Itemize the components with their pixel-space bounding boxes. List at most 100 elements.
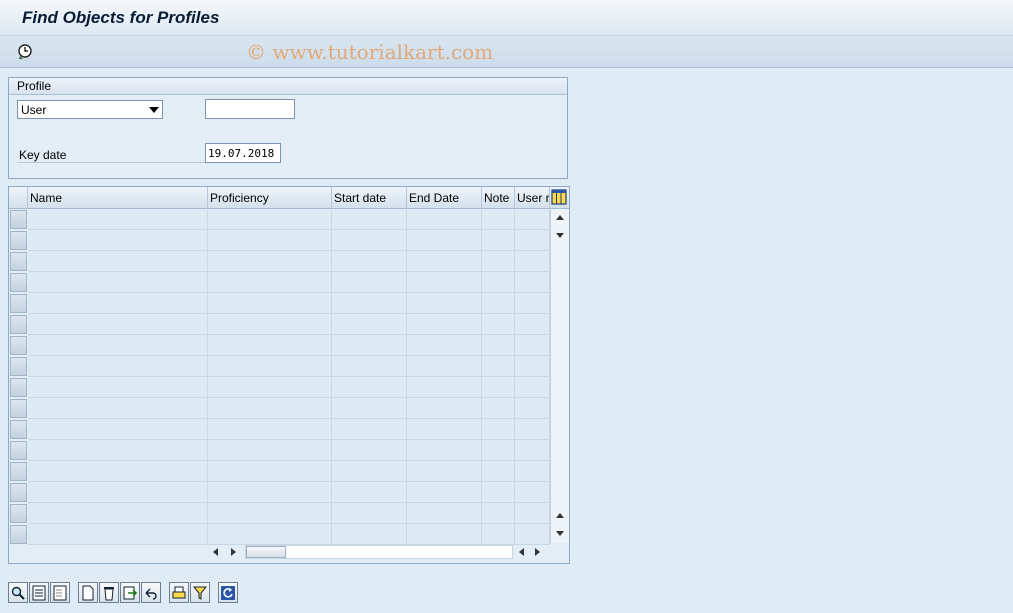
table-cell[interactable]: [208, 419, 332, 440]
new-entry-button[interactable]: [78, 582, 98, 603]
column-settings-button[interactable]: [551, 189, 567, 205]
table-cell[interactable]: [482, 440, 515, 461]
row-selector[interactable]: [10, 378, 27, 397]
table-cell[interactable]: [407, 335, 482, 356]
table-cell[interactable]: [407, 293, 482, 314]
table-cell[interactable]: [208, 524, 332, 545]
table-cell[interactable]: [332, 419, 407, 440]
table-cell[interactable]: [28, 503, 208, 524]
table-cell[interactable]: [482, 398, 515, 419]
table-cell[interactable]: [208, 398, 332, 419]
table-cell[interactable]: [332, 209, 407, 230]
table-cell[interactable]: [332, 524, 407, 545]
table-cell[interactable]: [482, 461, 515, 482]
table-cell[interactable]: [407, 440, 482, 461]
row-selector[interactable]: [10, 399, 27, 418]
row-selector[interactable]: [10, 420, 27, 439]
table-cell[interactable]: [28, 440, 208, 461]
table-cell[interactable]: [482, 251, 515, 272]
table-cell[interactable]: [332, 440, 407, 461]
table-cell[interactable]: [407, 461, 482, 482]
table-cell[interactable]: [332, 377, 407, 398]
table-cell[interactable]: [407, 230, 482, 251]
table-cell[interactable]: [208, 377, 332, 398]
scroll-down-icon[interactable]: [556, 531, 564, 536]
object-value-input[interactable]: [205, 99, 295, 119]
table-cell[interactable]: [28, 461, 208, 482]
table-cell[interactable]: [482, 314, 515, 335]
table-cell[interactable]: [407, 377, 482, 398]
table-cell[interactable]: [515, 230, 550, 251]
table-cell[interactable]: [208, 503, 332, 524]
table-cell[interactable]: [28, 398, 208, 419]
row-selector[interactable]: [10, 504, 27, 523]
table-cell[interactable]: [515, 440, 550, 461]
table-cell[interactable]: [28, 272, 208, 293]
row-selector[interactable]: [10, 462, 27, 481]
table-cell[interactable]: [208, 293, 332, 314]
table-cell[interactable]: [208, 251, 332, 272]
table-cell[interactable]: [482, 482, 515, 503]
table-cell[interactable]: [515, 503, 550, 524]
execute-button[interactable]: [16, 42, 36, 62]
table-cell[interactable]: [482, 356, 515, 377]
table-cell[interactable]: [482, 272, 515, 293]
deselect-all-button[interactable]: [50, 582, 70, 603]
table-cell[interactable]: [28, 482, 208, 503]
print-button[interactable]: [169, 582, 189, 603]
table-cell[interactable]: [407, 356, 482, 377]
table-cell[interactable]: [515, 461, 550, 482]
table-cell[interactable]: [28, 335, 208, 356]
table-cell[interactable]: [332, 398, 407, 419]
table-cell[interactable]: [515, 482, 550, 503]
row-selector[interactable]: [10, 210, 27, 229]
table-cell[interactable]: [482, 419, 515, 440]
column-header-note[interactable]: Note: [482, 187, 515, 209]
row-selector[interactable]: [10, 294, 27, 313]
table-cell[interactable]: [515, 272, 550, 293]
table-cell[interactable]: [515, 356, 550, 377]
table-cell[interactable]: [515, 314, 550, 335]
table-cell[interactable]: [332, 251, 407, 272]
page-down-icon[interactable]: [556, 233, 564, 238]
table-cell[interactable]: [515, 524, 550, 545]
column-header-name[interactable]: Name: [28, 187, 208, 209]
row-selector[interactable]: [10, 273, 27, 292]
table-cell[interactable]: [515, 293, 550, 314]
table-cell[interactable]: [332, 461, 407, 482]
horizontal-scroll-thumb[interactable]: [246, 546, 286, 558]
table-cell[interactable]: [515, 398, 550, 419]
table-cell[interactable]: [208, 335, 332, 356]
page-right-icon[interactable]: [535, 548, 540, 556]
table-cell[interactable]: [407, 524, 482, 545]
row-selector[interactable]: [10, 357, 27, 376]
table-cell[interactable]: [482, 230, 515, 251]
table-cell[interactable]: [332, 356, 407, 377]
table-cell[interactable]: [28, 293, 208, 314]
table-cell[interactable]: [208, 356, 332, 377]
table-cell[interactable]: [208, 440, 332, 461]
table-cell[interactable]: [208, 230, 332, 251]
row-selector[interactable]: [10, 336, 27, 355]
table-cell[interactable]: [407, 398, 482, 419]
select-all-corner[interactable]: [9, 187, 28, 209]
row-selector[interactable]: [10, 231, 27, 250]
table-cell[interactable]: [407, 419, 482, 440]
row-selector[interactable]: [10, 315, 27, 334]
table-cell[interactable]: [407, 314, 482, 335]
row-selector[interactable]: [10, 252, 27, 271]
table-cell[interactable]: [482, 524, 515, 545]
table-cell[interactable]: [28, 524, 208, 545]
horizontal-scroll-track[interactable]: [245, 545, 513, 559]
table-cell[interactable]: [482, 503, 515, 524]
details-button[interactable]: [8, 582, 28, 603]
table-cell[interactable]: [482, 377, 515, 398]
scroll-up-icon[interactable]: [556, 215, 564, 220]
table-cell[interactable]: [208, 461, 332, 482]
table-cell[interactable]: [28, 230, 208, 251]
table-cell[interactable]: [332, 335, 407, 356]
table-cell[interactable]: [208, 314, 332, 335]
table-cell[interactable]: [332, 314, 407, 335]
column-header-end-date[interactable]: End Date: [407, 187, 482, 209]
page-left-icon[interactable]: [519, 548, 524, 556]
